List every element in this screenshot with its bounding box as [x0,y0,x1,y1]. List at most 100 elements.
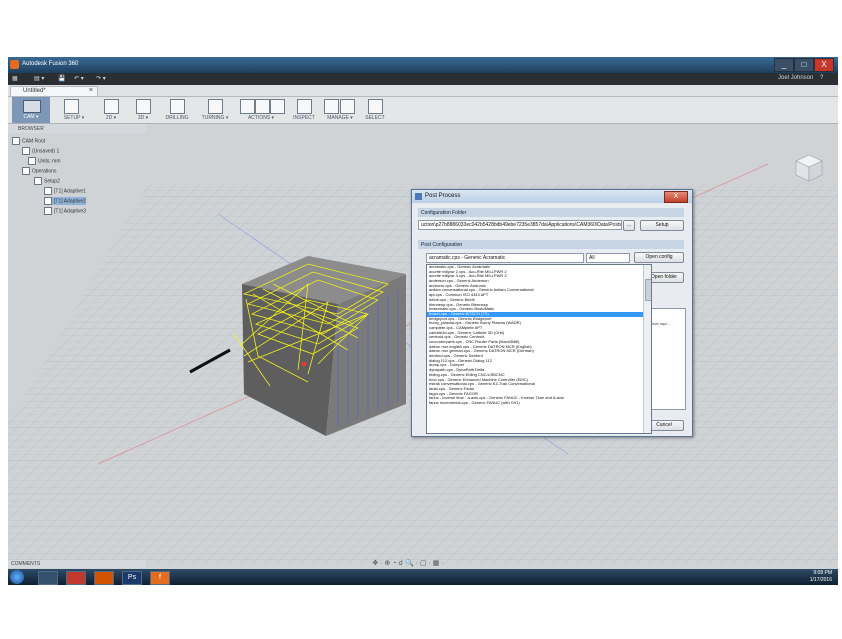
post-process-icon [255,99,270,114]
ribbon-group-2d[interactable]: 2D ▾ [96,97,126,123]
config-folder-header: Configuration Folder [418,208,684,217]
photoshop-taskbar-icon[interactable]: Ps [122,571,142,585]
grid-menu-icon[interactable]: ▦ [12,75,18,82]
adaptive-op-icon [44,207,52,215]
close-button[interactable]: X [814,58,834,72]
ribbon-group-3d[interactable]: 3D ▾ [128,97,158,123]
ribbon-group-manage[interactable]: MANAGE ▾ [322,97,358,123]
template-library-icon [340,99,355,114]
turning-icon [208,99,223,114]
ribbon-group-label: TURNING ▾ [201,115,229,121]
user-menu[interactable]: Joel Johnson [778,75,813,81]
post-process-dialog: Post Process X Configuration Folder ucti… [411,189,693,437]
workspace-switcher[interactable]: CAM ▾ [12,97,50,123]
workspace-label: CAM ▾ [23,114,39,120]
post-config-dropdown-list[interactable]: acramatic.cps - Generic Acramatic acurite… [426,264,652,434]
comments-panel[interactable]: COMMENTS [8,560,146,568]
ribbon-group-label: SETUP ▾ [63,115,85,121]
navigation-bar[interactable]: ✥ · ⊕ ◔ ☌ 🔍 · ▢ · ▦ · [343,559,473,569]
start-button[interactable] [10,570,24,584]
document-tab-close[interactable]: × [89,87,93,94]
tree-item-label: Setup2 [44,178,60,185]
adaptive-op-icon [44,187,52,195]
post-config-select[interactable]: acramatic.cps - Generic Acramatic [426,253,584,263]
tree-item-adaptive3[interactable]: [T1] Adaptive3 [44,207,86,215]
ribbon-group-setup[interactable]: SETUP ▾ [54,97,94,123]
tree-item-label: (Unsaved) 1 [32,148,60,155]
undo-icon[interactable]: ↶ ▾ [74,75,84,82]
explorer-taskbar-icon[interactable] [38,571,58,585]
tree-item-label: [T1] Adaptive1 [54,188,86,195]
ribbon-group-turning[interactable]: TURNING ▾ [196,97,234,123]
config-folder-path[interactable]: uction\p27b8886033ec042b5428bdb49ebe7235… [418,220,622,230]
units-icon [28,157,36,165]
tree-item-adaptive1[interactable]: [T1] Adaptive1 [44,187,86,195]
folder-icon [12,137,20,145]
post-filter-select[interactable]: All [586,253,630,263]
setup-icon [64,99,79,114]
fusion-window: Autodesk Fusion 360 _ □ X ▦ ▤ ▾ 💾 ↶ ▾ ↷ … [8,57,838,585]
folder-icon [22,167,30,175]
post-properties-list[interactable]: serve rapi... [646,308,686,410]
ribbon-toolbar: CAM ▾ SETUP ▾ 2D ▾ 3D ▾ DRILLING TURNING… [8,97,838,124]
ribbon-group-actions[interactable]: ACTIONS ▾ [236,97,286,123]
property-row-text: serve rapi... [649,321,670,326]
tree-item-cam-root[interactable]: CAM Root [12,137,45,145]
maximize-button[interactable]: □ [794,58,814,72]
dialog-close-button[interactable]: X [664,191,688,203]
dropdown-options: acramatic.cps - Generic Acramatic acurite… [427,265,651,406]
scrollbar-thumb[interactable] [645,279,651,301]
simulate-icon [240,99,255,114]
comments-label: COMMENTS [11,561,41,567]
fusion-app-icon [10,60,19,69]
tree-item-adaptive2[interactable]: [T1] Adaptive2 [44,197,86,205]
dropdown-scrollbar[interactable] [643,265,651,433]
tree-item-unsaved[interactable]: (Unsaved) 1 [22,147,59,155]
component-icon [22,147,30,155]
adaptive-op-icon [44,197,52,205]
select-arrow-icon [368,99,383,114]
tree-item-setup2[interactable]: Setup2 [34,177,60,185]
ribbon-group-inspect[interactable]: INSPECT [288,97,320,123]
ribbon-group-label: 3D ▾ [137,115,149,121]
dialog-title-bar[interactable]: Post Process X [412,190,692,203]
document-tab[interactable]: Untitled* × [10,86,98,96]
firefox-taskbar-icon[interactable] [94,571,114,585]
ribbon-group-label: 2D ▾ [105,115,117,121]
drill-icon [170,99,185,114]
ribbon-group-label: MANAGE ▾ [327,115,353,121]
tree-item-units[interactable]: Units: mm [28,157,61,165]
chrome-taskbar-icon[interactable] [66,571,86,585]
setup-icon [34,177,42,185]
dialog-title: Post Process [425,193,461,199]
browser-header[interactable]: BROWSER [8,124,146,133]
help-icon[interactable]: ? [820,75,823,81]
tree-item-label: [T1] Adaptive2 [54,198,86,205]
browse-folder-button[interactable]: ... [623,220,635,231]
ribbon-group-select[interactable]: SELECT [360,97,390,123]
ribbon-group-label: ACTIONS ▾ [247,115,275,121]
clock-time: 9:08 PM [813,570,832,576]
dropdown-option[interactable]: fanuc incremental.cps - Generic FANUC (w… [427,400,651,406]
fusion-taskbar-icon[interactable]: f [150,571,170,585]
redo-icon[interactable]: ↷ ▾ [96,75,106,82]
tree-item-operations[interactable]: Operations [22,167,56,175]
save-icon[interactable]: 💾 [58,75,65,82]
tree-item-label: CAM Root [22,138,46,145]
cam-workspace-icon [23,100,41,113]
document-tab-bar: Untitled* × [8,85,838,97]
setup-sheet-icon [270,99,285,114]
post-process-icon [415,193,422,200]
system-clock[interactable]: 9:08 PM 1/17/2016 [810,570,832,584]
measure-icon [297,99,312,114]
post-config-header: Post Configuration [418,240,684,249]
file-menu-icon[interactable]: ▤ ▾ [34,75,44,82]
tree-item-label: [T1] Adaptive3 [54,208,86,215]
setup-button[interactable]: Setup [640,220,684,231]
browser-title: BROWSER [18,126,44,132]
view-cube[interactable] [794,153,824,183]
open-config-button[interactable]: Open config [634,252,684,263]
minimize-button[interactable]: _ [774,58,794,72]
ribbon-group-drilling[interactable]: DRILLING [160,97,194,123]
browser-panel: BROWSER CAM Root (Unsaved) 1 Units: mm O… [8,124,146,220]
